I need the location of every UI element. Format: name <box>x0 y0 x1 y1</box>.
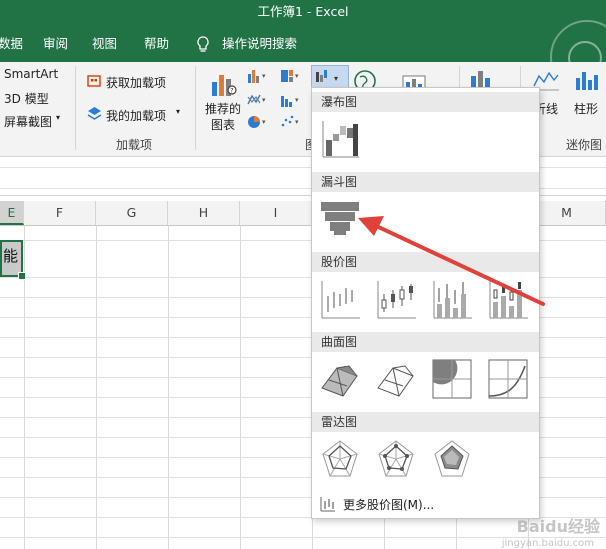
svg-text:▾: ▾ <box>295 72 299 80</box>
addins-group-label: 加载项 <box>116 138 153 152</box>
radar-option[interactable] <box>319 438 361 480</box>
baidu-watermark: Baidu经验 <box>516 517 600 536</box>
menu-view[interactable]: 视图 <box>92 26 117 62</box>
tell-me-search[interactable]: 操作说明搜索 <box>222 26 297 62</box>
title-bar: 工作簿1 - Excel <box>0 0 606 26</box>
more-stock-charts-row[interactable]: 更多股价图(M)... <box>312 492 539 516</box>
surface-wireframe-option[interactable] <box>375 358 417 400</box>
baidu-watermark-url: jingyan.baidu.com <box>501 538 594 549</box>
radar-markers-option[interactable] <box>375 438 417 480</box>
section-funnel: 漏斗图 <box>312 172 539 192</box>
sparkline-column-button[interactable]: 柱形 <box>574 100 598 117</box>
svg-text:▾: ▾ <box>262 118 266 126</box>
stock-chart-icon <box>320 496 336 515</box>
lightbulb-icon <box>196 36 210 56</box>
waterfall-chart-option[interactable] <box>319 118 361 160</box>
get-addins-button[interactable]: 获取加载项 <box>106 74 166 91</box>
svg-text:▾: ▾ <box>295 96 299 104</box>
recommended-charts-label-1[interactable]: 推荐的 <box>205 100 241 117</box>
column-header-h[interactable]: H <box>168 201 240 225</box>
menu-review[interactable]: 审阅 <box>43 26 68 62</box>
line-chart-icon[interactable]: ▾ <box>247 92 271 111</box>
svg-text:▾: ▾ <box>295 118 299 126</box>
waterfall-stock-chart-button[interactable]: ▾ <box>311 65 349 89</box>
ribbon-divider <box>75 66 76 150</box>
gridline <box>240 225 241 549</box>
gridline <box>168 225 169 549</box>
menu-data[interactable]: 数据 <box>0 26 23 62</box>
fill-handle[interactable] <box>18 272 26 280</box>
statistic-chart-icon[interactable]: ▾ <box>280 92 304 111</box>
svg-text:?: ? <box>230 88 233 95</box>
svg-text:▾: ▾ <box>334 74 338 83</box>
column-header-i[interactable]: I <box>240 201 312 225</box>
column-header-e[interactable]: E <box>0 201 24 225</box>
ribbon-divider <box>195 66 196 150</box>
recommended-charts-icon[interactable]: ? <box>210 70 238 101</box>
smartart-button[interactable]: SmartArt <box>4 67 58 81</box>
store-icon <box>87 73 101 90</box>
contour-wireframe-option[interactable] <box>487 358 529 400</box>
window-title: 工作簿1 - Excel <box>257 4 349 19</box>
svg-text:▾: ▾ <box>262 96 266 104</box>
chevron-down-icon[interactable]: ▾ <box>176 107 180 116</box>
column-chart-icon[interactable]: ▾ <box>247 68 271 87</box>
screenshot-button[interactable]: 屏幕截图 <box>4 113 52 130</box>
annotation-arrow-icon <box>358 216 545 306</box>
more-stock-charts-link[interactable]: 更多股价图(M)... <box>343 496 434 513</box>
column-header-g[interactable]: G <box>96 201 168 225</box>
gridline <box>96 225 97 549</box>
scatter-chart-icon[interactable]: ▾ <box>280 114 304 133</box>
column-header-f[interactable]: F <box>24 201 96 225</box>
section-radar: 雷达图 <box>312 412 539 432</box>
sparklines-group-label: 迷你图 <box>566 138 603 152</box>
menu-bar: 数据 审阅 视图 帮助 操作说明搜索 <box>0 20 606 94</box>
pie-chart-icon[interactable]: ▾ <box>247 114 271 133</box>
my-addins-button[interactable]: 我的加载项 <box>106 107 166 124</box>
section-waterfall: 瀑布图 <box>312 92 539 112</box>
sparkline-column-icon[interactable] <box>574 68 602 95</box>
hierarchy-chart-icon[interactable]: ▾ <box>280 68 304 87</box>
surface-3d-option[interactable] <box>319 358 361 400</box>
my-addins-icon <box>87 106 102 124</box>
section-surface: 曲面图 <box>312 332 539 352</box>
3d-model-button[interactable]: 3D 模型 <box>4 90 49 107</box>
filled-radar-option[interactable] <box>431 438 473 480</box>
svg-text:▾: ▾ <box>262 72 266 80</box>
recommended-charts-label-2[interactable]: 图表 <box>211 116 235 133</box>
menu-help[interactable]: 帮助 <box>144 26 169 62</box>
contour-option[interactable] <box>431 358 473 400</box>
chevron-down-icon[interactable]: ▾ <box>56 113 60 122</box>
